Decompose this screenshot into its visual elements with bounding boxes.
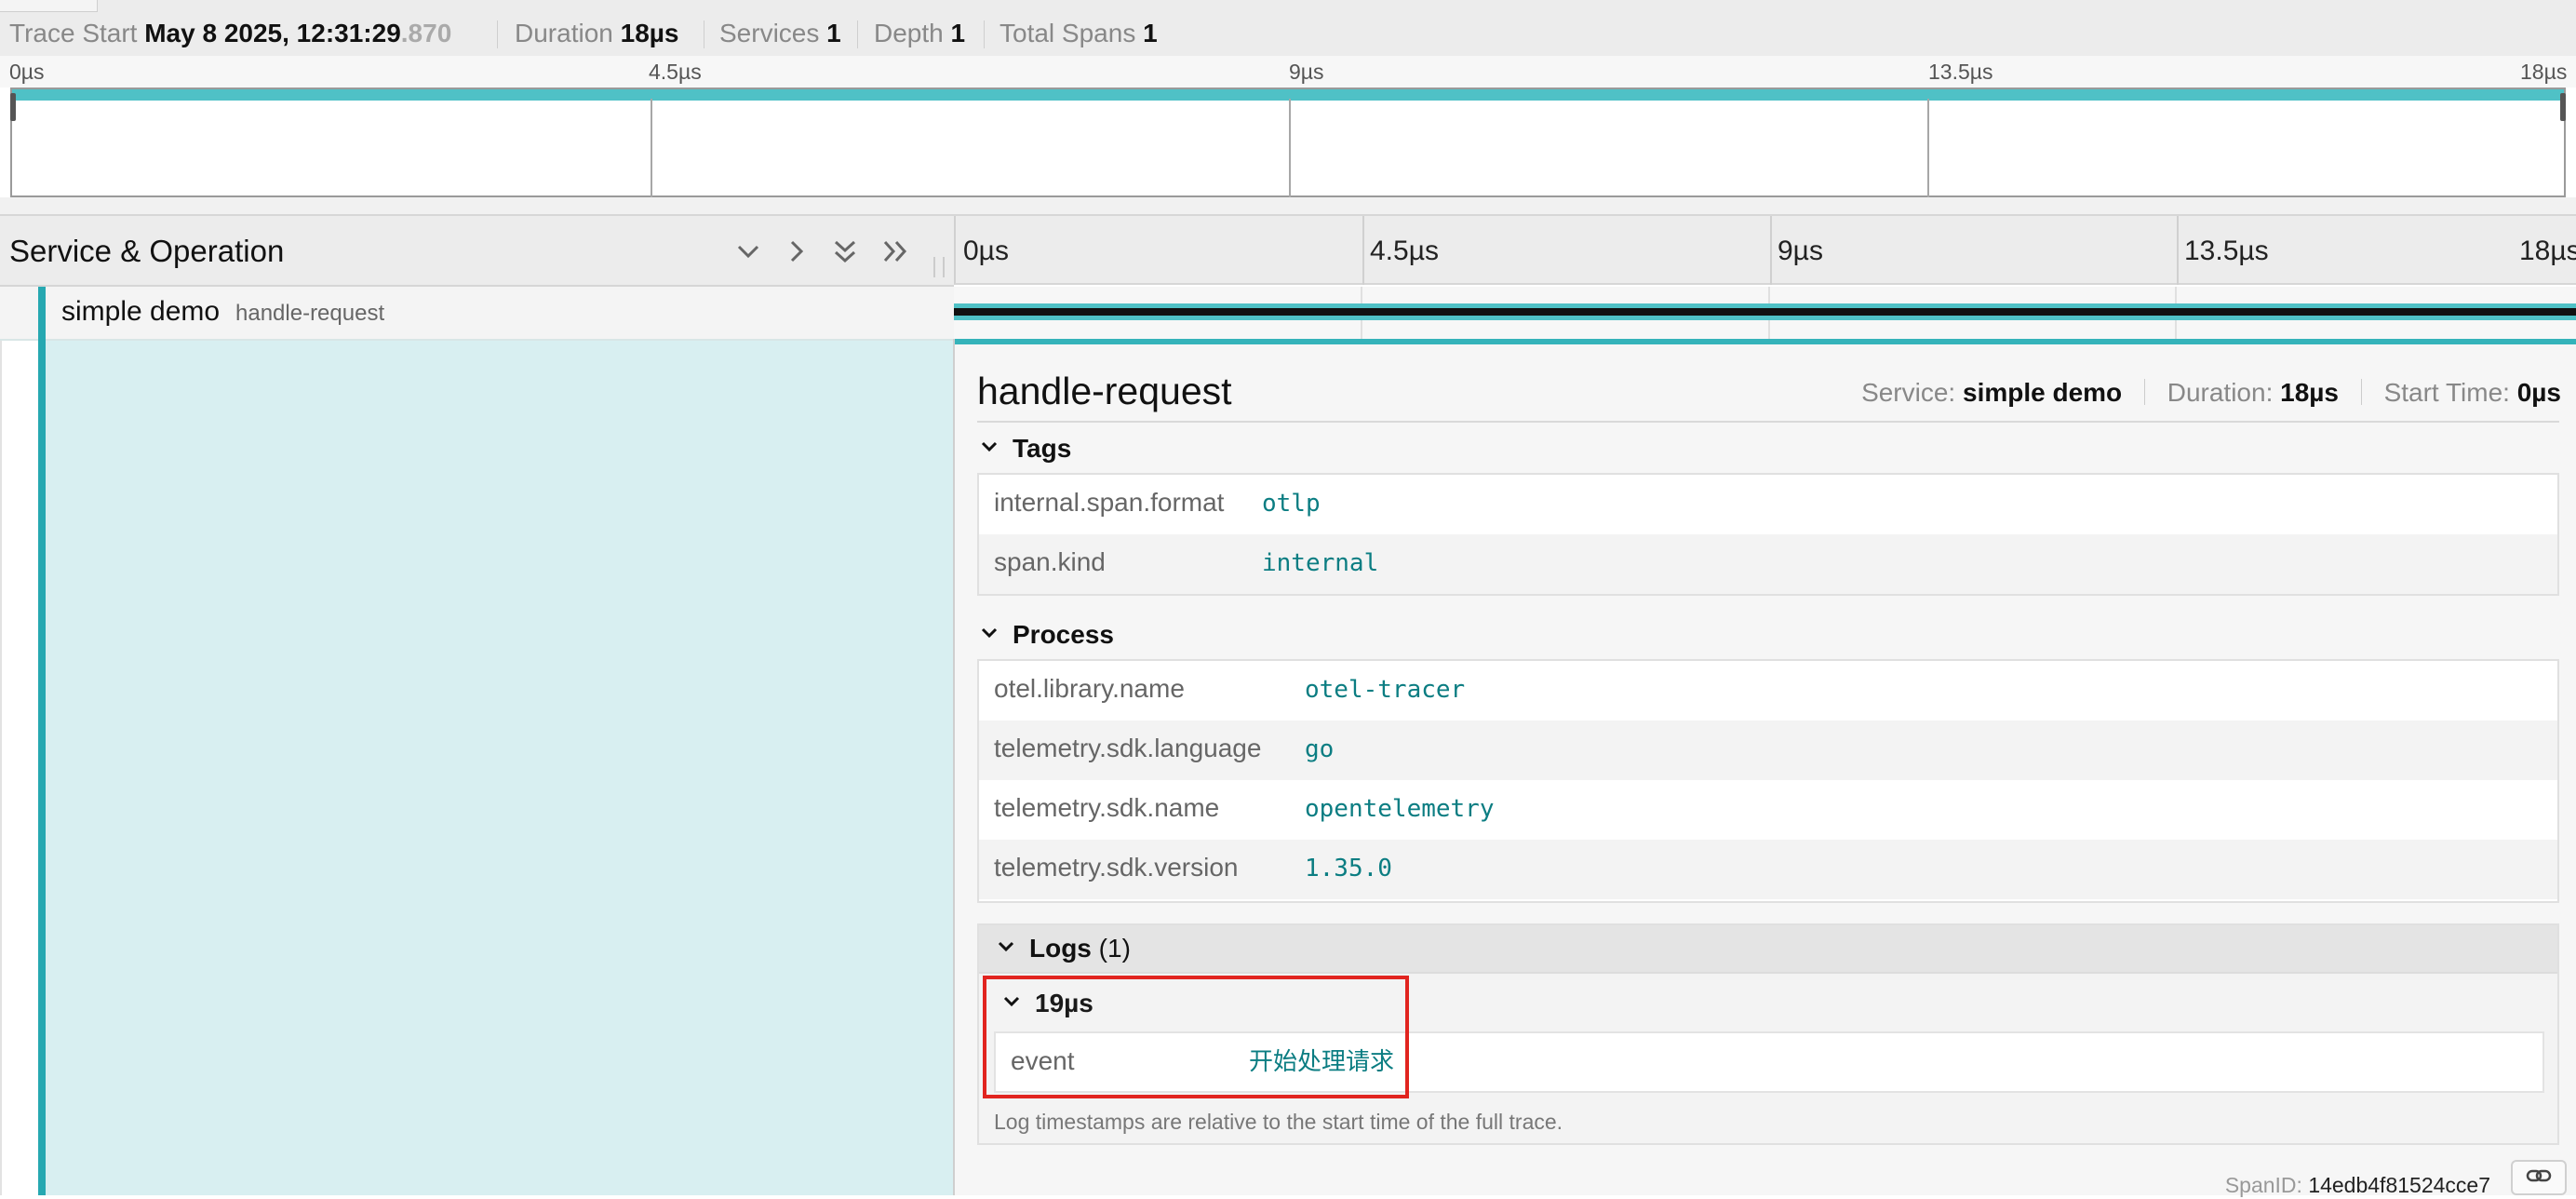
- table-row: telemetry.sdk.version 1.35.0: [979, 840, 2557, 899]
- timeline-tick: 13.5µs: [2184, 236, 2269, 266]
- minimap-tick: 9µs: [1289, 60, 1324, 84]
- timeline-header: 0µs 4.5µs 9µs 13.5µs 18µs: [954, 216, 2576, 285]
- tree-guide-line: [0, 287, 2, 1195]
- start-time-label: Start Time:: [2383, 378, 2510, 407]
- minimap-gridline: [651, 99, 652, 197]
- logs-section: Logs (1) 19µs event 开始处理请求 Log timestamp…: [977, 923, 2559, 1145]
- logs-footnote: Log timestamps are relative to the start…: [994, 1110, 1563, 1134]
- total-spans-value: 1: [1143, 19, 1158, 47]
- process-key: otel.library.name: [994, 674, 1185, 703]
- tree-column-header: Service & Operation: [0, 216, 954, 287]
- services-value: 1: [826, 19, 841, 47]
- span-id-label: SpanID:: [2224, 1173, 2302, 1197]
- minimap-bottom-band: [0, 197, 2576, 216]
- chevron-down-icon: [996, 929, 1020, 968]
- process-section-toggle[interactable]: Process: [979, 616, 1114, 653]
- span-id-value: 14edb4f81524cce7: [2308, 1173, 2490, 1197]
- span-timeline-row[interactable]: [954, 287, 2576, 339]
- tag-value: internal: [1262, 549, 1379, 577]
- process-title: Process: [1013, 620, 1114, 649]
- span-row[interactable]: simple demo handle-request: [0, 287, 954, 341]
- depth-value: 1: [950, 19, 966, 47]
- process-value: 1.35.0: [1305, 855, 1392, 882]
- logs-header-text: Logs (1): [996, 929, 1131, 968]
- process-table: otel.library.name otel-tracer telemetry.…: [977, 659, 2559, 903]
- column-resizer[interactable]: [933, 257, 945, 277]
- minimap-tick: 4.5µs: [649, 60, 702, 84]
- process-key: telemetry.sdk.name: [994, 793, 1220, 822]
- process-value: opentelemetry: [1305, 795, 1495, 823]
- minimap-span-bar: [12, 89, 2564, 101]
- tags-table: internal.span.format otlp span.kind inte…: [977, 473, 2559, 596]
- minimap-tick: 13.5µs: [1928, 60, 1993, 84]
- highlight-box: [983, 976, 1409, 1098]
- chevron-down-icon: [979, 616, 1003, 653]
- span-duration-bar-core: [954, 308, 2576, 316]
- span-detail-panel: handle-request Service: simple demo Dura…: [955, 344, 2576, 1197]
- copy-link-button[interactable]: [2511, 1160, 2567, 1195]
- minimap-tick: 18µs: [2520, 60, 2568, 84]
- process-key: telemetry.sdk.language: [994, 734, 1262, 762]
- minimap-gridline: [1927, 99, 1929, 197]
- timeline-gridline: [1770, 216, 1772, 285]
- detail-divider: [977, 421, 2559, 423]
- duration-value: 18µs: [2280, 378, 2339, 407]
- table-row: span.kind internal: [979, 534, 2557, 594]
- expand-one-icon[interactable]: [778, 233, 815, 270]
- timeline-tick: 18µs: [2519, 236, 2576, 266]
- detail-row-left-fill: [46, 341, 954, 1195]
- link-icon: [2526, 1169, 2552, 1182]
- tags-section-toggle[interactable]: Tags: [979, 430, 1071, 467]
- minimap-right-handle[interactable]: [2560, 93, 2566, 121]
- duration-value: 18µs: [620, 19, 679, 47]
- chevron-down-icon: [979, 430, 1003, 467]
- table-row: telemetry.sdk.name opentelemetry: [979, 780, 2557, 840]
- logs-count: (1): [1098, 934, 1131, 963]
- tag-key: internal.span.format: [994, 488, 1225, 517]
- minimap-tick: 0µs: [9, 60, 45, 84]
- service-value: simple demo: [1963, 378, 2123, 407]
- duration-label: Duration: [515, 19, 613, 47]
- collapse-one-icon[interactable]: [730, 233, 767, 270]
- span-service-color-bar: [38, 287, 46, 1195]
- total-spans-label: Total Spans: [1000, 19, 1136, 47]
- span-detail-meta: Service: simple demo Duration: 18µs Star…: [1861, 374, 2561, 411]
- process-value: go: [1305, 735, 1335, 763]
- minimap-ticks: 0µs 4.5µs 9µs 13.5µs 18µs: [0, 56, 2576, 88]
- process-key: telemetry.sdk.version: [994, 853, 1239, 882]
- tag-key: span.kind: [994, 547, 1106, 576]
- trace-start-ms: .870: [400, 19, 452, 47]
- logs-section-toggle[interactable]: Logs (1): [979, 925, 2557, 974]
- tag-value: otlp: [1262, 490, 1321, 518]
- table-row: otel.library.name otel-tracer: [979, 661, 2557, 721]
- service-label: Service:: [1861, 378, 1956, 407]
- duration-label: Duration:: [2167, 378, 2274, 407]
- table-row: internal.span.format otlp: [979, 475, 2557, 534]
- minimap-left-handle[interactable]: [10, 93, 16, 121]
- trace-start-value: May 8 2025, 12:31:29: [144, 19, 401, 47]
- span-service-name[interactable]: simple demo: [61, 287, 220, 337]
- expand-all-icon[interactable]: [877, 233, 914, 270]
- logs-title: Logs: [1029, 934, 1092, 963]
- collapse-all-icon[interactable]: [826, 233, 864, 270]
- minimap-canvas[interactable]: [10, 88, 2566, 197]
- span-detail-title: handle-request: [977, 370, 1232, 412]
- span-operation-name: handle-request: [235, 301, 385, 326]
- tags-title: Tags: [1013, 434, 1072, 463]
- depth-label: Depth: [874, 19, 944, 47]
- timeline-tick: 9µs: [1778, 236, 1823, 266]
- table-row: telemetry.sdk.language go: [979, 721, 2557, 780]
- process-value: otel-tracer: [1305, 676, 1466, 704]
- timeline-tick: 0µs: [963, 236, 1009, 266]
- timeline-gridline: [1362, 216, 1364, 285]
- trace-start-label: Trace Start: [9, 19, 138, 47]
- timeline-tick: 4.5µs: [1370, 236, 1439, 266]
- tree-column-title: Service & Operation: [9, 234, 285, 268]
- minimap-gridline: [1289, 99, 1291, 197]
- services-label: Services: [719, 19, 820, 47]
- timeline-gridline: [2177, 216, 2179, 285]
- start-time-value: 0µs: [2516, 378, 2561, 407]
- trace-header: Trace Start May 8 2025, 12:31:29.870 Dur…: [0, 0, 2576, 57]
